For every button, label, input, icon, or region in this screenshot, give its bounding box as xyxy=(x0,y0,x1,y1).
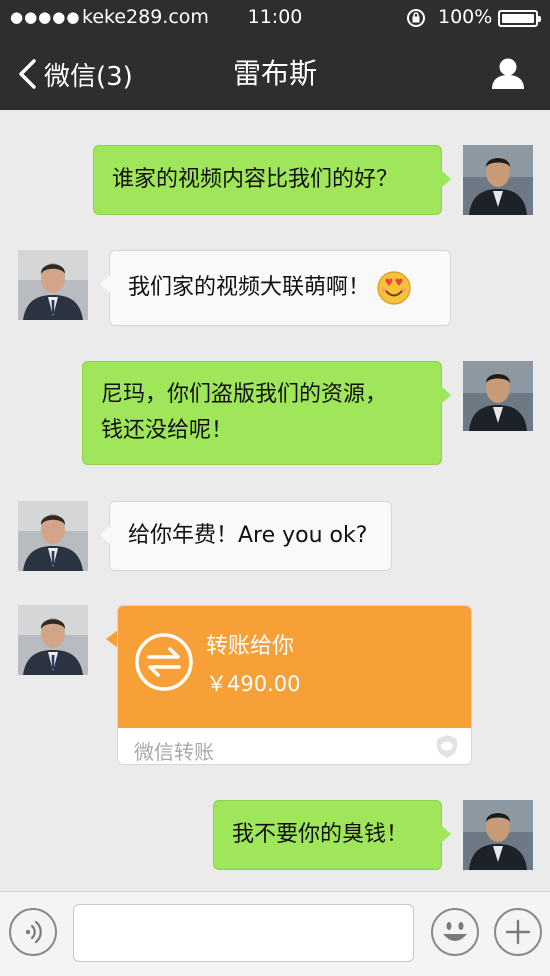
profile-icon[interactable] xyxy=(490,56,526,90)
message-bubble-sent[interactable]: 尼玛，你们盗版我们的资源， 钱还没给呢！ xyxy=(82,361,451,465)
rotation-lock-icon xyxy=(407,9,425,27)
message-text: 我不要你的臭钱！ xyxy=(232,822,409,847)
transfer-amount: ￥490.00 xyxy=(206,672,301,696)
bubble-tail xyxy=(441,825,451,843)
battery-percent: 100% xyxy=(438,6,493,28)
avatar-image xyxy=(18,501,88,571)
battery-icon xyxy=(498,10,541,27)
transfer-card-body: 转账给你 ￥490.00 xyxy=(118,606,471,728)
bubble-tail xyxy=(100,526,110,544)
message-text-line: 钱还没给呢！ xyxy=(101,418,234,443)
input-bar xyxy=(0,891,550,976)
message-input[interactable] xyxy=(73,904,414,962)
avatar-friend[interactable] xyxy=(18,501,88,571)
transfer-arrows-icon xyxy=(135,633,193,691)
message-text: 谁家的视频内容比我们的好？ xyxy=(112,167,399,192)
status-bar: ●●●●● keke289.com 11:00 100% xyxy=(0,0,550,34)
avatar-image xyxy=(463,361,533,431)
message-text: 我们家的视频大联萌啊！ xyxy=(128,275,371,300)
smiling-heart-eyes-emoji-icon xyxy=(377,271,411,305)
avatar-me[interactable] xyxy=(463,800,533,870)
voice-icon xyxy=(25,920,42,944)
transfer-title: 转账给你 xyxy=(206,634,295,659)
avatar-friend[interactable] xyxy=(18,605,88,675)
avatar-image xyxy=(18,605,88,675)
voice-button[interactable] xyxy=(9,908,57,956)
bubble-tail xyxy=(441,386,451,404)
bubble-tail xyxy=(441,170,451,188)
wechat-pay-icon xyxy=(437,735,457,758)
message-text-line: 尼玛，你们盗版我们的资源， xyxy=(101,382,388,407)
avatar-me[interactable] xyxy=(463,361,533,431)
chat-title: 雷布斯 xyxy=(232,57,317,90)
message-bubble-received[interactable]: 我们家的视频大联萌啊！ xyxy=(100,250,451,326)
more-button[interactable] xyxy=(494,908,542,956)
avatar-image xyxy=(463,800,533,870)
bubble-tail xyxy=(100,275,110,293)
message-bubble-received[interactable]: 给你年费！Are you ok? xyxy=(100,501,392,571)
message-bubble-sent[interactable]: 谁家的视频内容比我们的好？ xyxy=(93,145,451,215)
transfer-footer: 微信转账 xyxy=(134,740,214,764)
avatar-me[interactable] xyxy=(463,145,533,215)
emoji-icon xyxy=(443,922,467,941)
emoji-button[interactable] xyxy=(431,908,479,956)
avatar-image xyxy=(463,145,533,215)
plus-icon xyxy=(505,919,531,945)
avatar-friend[interactable] xyxy=(18,250,88,320)
message-text: 给你年费！Are you ok? xyxy=(128,523,368,548)
transfer-card[interactable]: 转账给你 ￥490.00 微信转账 xyxy=(117,605,472,765)
chat-header: ●●●●● keke289.com 11:00 100% 微信(3) 雷布斯 xyxy=(0,0,550,110)
avatar-image xyxy=(18,250,88,320)
message-bubble-sent[interactable]: 我不要你的臭钱！ xyxy=(213,800,451,870)
